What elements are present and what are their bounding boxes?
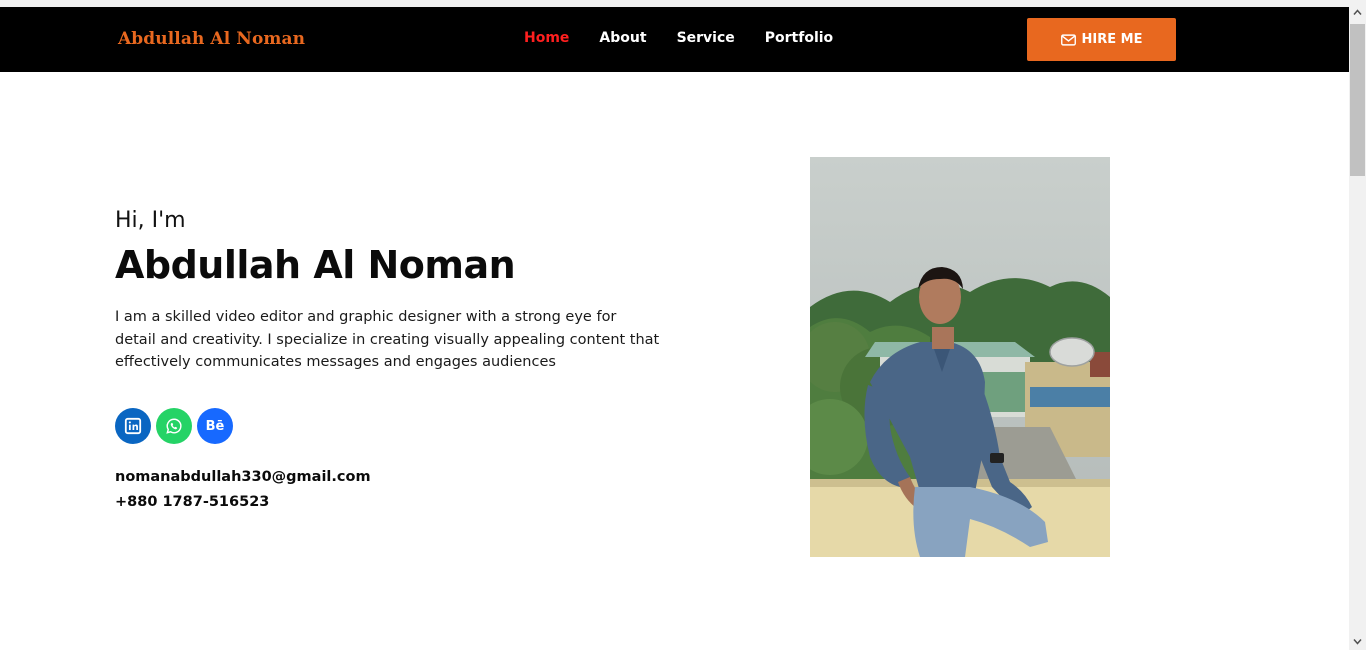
browser-top-strip (0, 0, 1349, 7)
behance-link[interactable]: Bē (197, 408, 233, 444)
behance-icon: Bē (205, 418, 225, 434)
nav-item-about[interactable]: About (599, 30, 646, 46)
nav-item-portfolio[interactable]: Portfolio (765, 30, 833, 46)
page-scrollbar[interactable] (1349, 0, 1366, 650)
contact-info: nomanabdullah330@gmail.com +880 1787-516… (115, 465, 371, 515)
brand-logo[interactable]: Abdullah Al Noman (118, 29, 305, 49)
hire-me-label: HIRE ME (1081, 32, 1143, 47)
social-links: Bē (115, 408, 233, 444)
phone-number[interactable]: +880 1787-516523 (115, 490, 371, 515)
nav-item-service[interactable]: Service (677, 30, 735, 46)
whatsapp-icon (166, 418, 182, 434)
scroll-down-icon[interactable] (1353, 637, 1362, 646)
linkedin-icon (124, 417, 142, 435)
hire-me-button[interactable]: HIRE ME (1027, 18, 1176, 61)
scrollbar-thumb[interactable] (1350, 24, 1365, 176)
nav-item-home[interactable]: Home (524, 30, 569, 46)
scroll-up-icon[interactable] (1353, 8, 1362, 17)
hero-name: Abdullah Al Noman (115, 243, 516, 287)
envelope-icon (1060, 33, 1076, 46)
email-address[interactable]: nomanabdullah330@gmail.com (115, 465, 371, 490)
nav-links: Home About Service Portfolio (524, 30, 833, 46)
hero-bio: I am a skilled video editor and graphic … (115, 309, 660, 370)
navbar: Abdullah Al Noman Home About Service Por… (0, 7, 1349, 72)
hero-greeting: Hi, I'm (115, 208, 186, 233)
whatsapp-link[interactable] (156, 408, 192, 444)
linkedin-link[interactable] (115, 408, 151, 444)
profile-photo (810, 157, 1110, 557)
